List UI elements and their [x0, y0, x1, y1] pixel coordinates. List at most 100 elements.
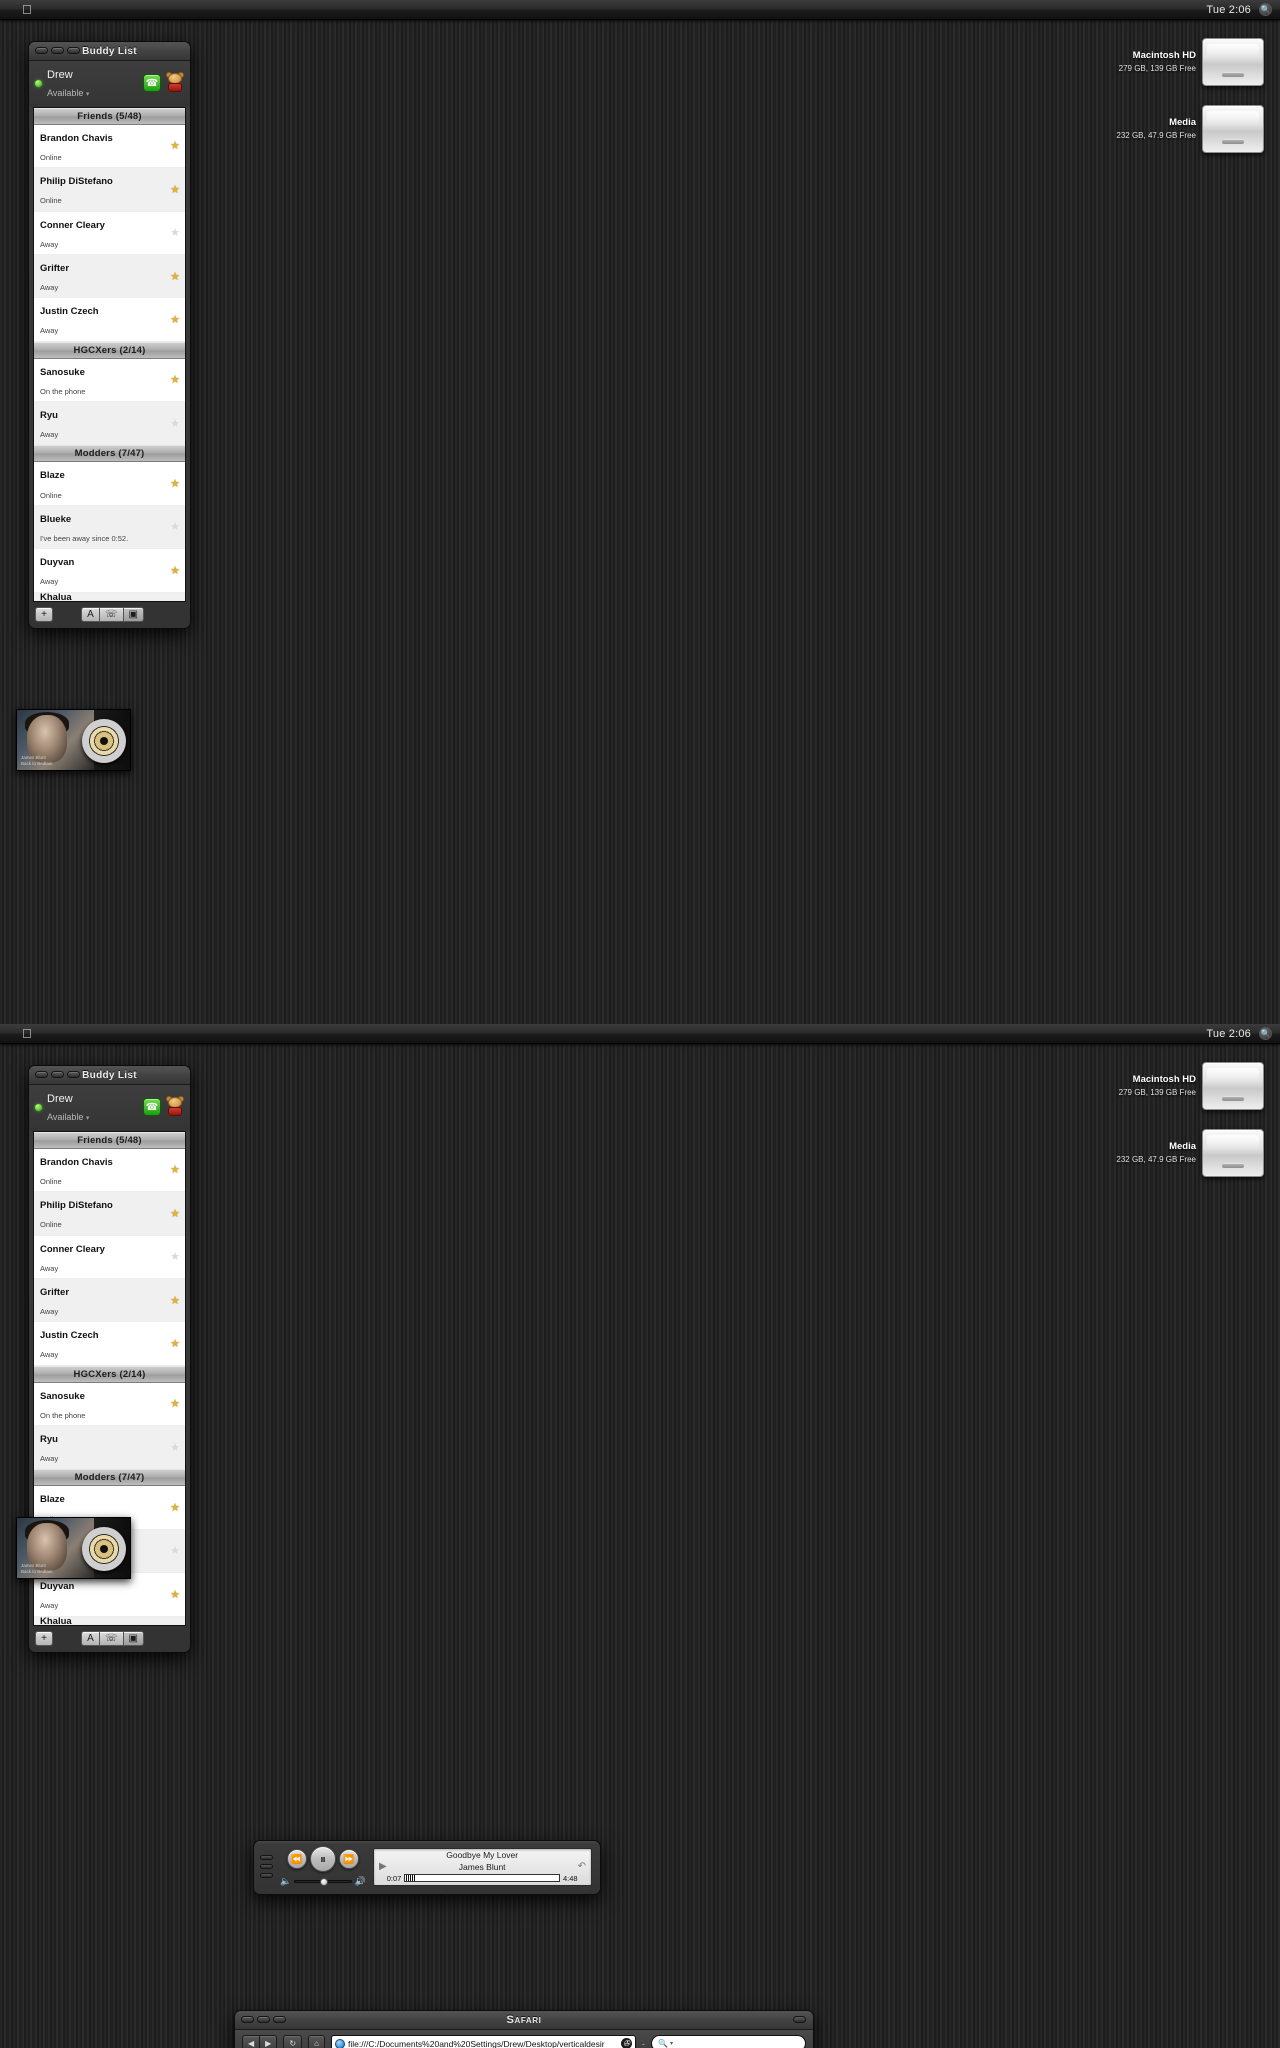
buddy-row[interactable]: Khalua — [34, 592, 185, 601]
star-icon[interactable]: ★ — [170, 1337, 180, 1350]
buddy-list-titlebar[interactable]: Buddy List — [29, 1066, 190, 1085]
playback-controls[interactable]: ⏪ ⏸ ⏩ 🔈 🔊 — [280, 1846, 366, 1887]
audio-chat-button[interactable]: ☏ — [99, 606, 123, 622]
buddy-list-account-header[interactable]: Drew Available ▾ ☎ — [29, 1085, 190, 1131]
star-icon[interactable]: ★ — [170, 1294, 180, 1307]
window-buttons[interactable] — [241, 2016, 286, 2023]
buddy-row[interactable]: Philip DiStefano Online ★ — [34, 168, 185, 212]
buddy-row[interactable]: Justin Czech Away ★ — [34, 298, 185, 342]
address-bar[interactable]: file:///C:/Documents%20and%20Settings/Dr… — [331, 2035, 636, 2048]
desktop-drive-media[interactable]: Media 232 GB, 47.9 GB Free — [1116, 105, 1264, 153]
fast-forward-icon[interactable]: ⏩ — [339, 1849, 359, 1869]
star-icon[interactable]: ★ — [170, 1441, 180, 1454]
forward-button[interactable]: ▶ — [260, 2035, 278, 2048]
minimize-icon[interactable] — [51, 1071, 64, 1078]
star-icon[interactable]: ★ — [170, 183, 180, 196]
buddy-row[interactable]: Grifter Away ★ — [34, 254, 185, 299]
back-button[interactable]: ◀ — [242, 2035, 261, 2048]
music-player-window[interactable]: ⏪ ⏸ ⏩ 🔈 🔊 ▶ Goodbye My Lover James Blunt… — [253, 1840, 601, 1895]
buddy-group-header[interactable]: Modders (7/47) — [34, 1469, 185, 1487]
buddy-row[interactable]: Ryu Away ★ — [34, 1426, 185, 1470]
buddy-group-header[interactable]: Modders (7/47) — [34, 445, 185, 463]
volume-slider[interactable]: 🔈 🔊 — [280, 1876, 366, 1887]
rewind-icon[interactable]: ⏪ — [287, 1849, 307, 1869]
chevron-down-icon[interactable]: ▾ — [86, 91, 90, 98]
home-button[interactable]: ⌂ — [308, 2035, 326, 2048]
desktop-drive-macintosh-hd[interactable]: Macintosh HD 279 GB, 139 GB Free — [1119, 38, 1264, 86]
star-icon[interactable]: ★ — [170, 139, 180, 152]
audio-chat-button[interactable]: ☏ — [99, 1630, 123, 1646]
reload-button[interactable]: ↻ — [283, 2035, 303, 2048]
menu-bar-clock[interactable]: Tue 2:06 — [1206, 4, 1251, 16]
star-icon[interactable]: ★ — [170, 1397, 180, 1410]
buddy-group-header[interactable]: Friends (5/48) — [34, 107, 185, 125]
star-icon[interactable]: ★ — [170, 1163, 180, 1176]
music-player-body[interactable]: ⏪ ⏸ ⏩ 🔈 🔊 ▶ Goodbye My Lover James Blunt… — [254, 1841, 600, 1894]
star-icon[interactable]: ★ — [170, 417, 180, 430]
star-icon[interactable]: ★ — [170, 313, 180, 326]
buddy-list-window[interactable]: Buddy List Drew Available ▾ ☎ Friends (5… — [28, 41, 191, 629]
star-icon[interactable]: ★ — [170, 564, 180, 577]
star-icon[interactable]: ★ — [170, 1501, 180, 1514]
close-icon[interactable] — [35, 47, 48, 54]
pause-icon[interactable]: ⏸ — [310, 1846, 336, 1872]
bear-avatar-icon[interactable] — [166, 1096, 184, 1117]
star-icon[interactable]: ★ — [170, 373, 180, 386]
star-icon[interactable]: ★ — [170, 520, 180, 533]
repeat-icon[interactable]: ↶ — [578, 1861, 586, 1872]
search-input[interactable]: 🔍 ▾ — [651, 2035, 806, 2048]
buddy-row[interactable]: Justin Czech Away ★ — [34, 1322, 185, 1366]
star-icon[interactable]: ★ — [170, 1544, 180, 1557]
menu-bar-clock[interactable]: Tue 2:06 — [1206, 1028, 1251, 1040]
apple-menu-icon[interactable]:  — [22, 1027, 32, 1040]
buddy-row[interactable]: Philip DiStefano Online ★ — [34, 1192, 185, 1236]
account-status[interactable]: Available — [47, 1112, 83, 1122]
buddy-list-rows[interactable]: Friends (5/48) Brandon Chavis Online ★ Phi… — [33, 106, 186, 602]
star-icon[interactable]: ★ — [170, 1588, 180, 1601]
address-bar-value[interactable]: file:///C:/Documents%20and%20Settings/Dr… — [348, 2039, 618, 2048]
star-icon[interactable]: ★ — [170, 1250, 180, 1263]
buddy-row[interactable]: Conner Cleary Away ★ — [34, 212, 185, 255]
add-buddy-button[interactable]: + — [35, 606, 53, 622]
safari-toolbar[interactable]: ◀ ▶ ↻ ⌂ file:///C:/Documents%20and%20Set… — [235, 2030, 813, 2048]
minimize-icon[interactable] — [257, 2016, 270, 2023]
buddy-row[interactable]: Ryu Away ★ — [34, 402, 185, 446]
zoom-icon[interactable] — [67, 1071, 80, 1078]
window-grip-handle[interactable] — [260, 1855, 273, 1878]
spotlight-icon[interactable]: 🔍 — [1259, 3, 1272, 16]
window-buttons[interactable] — [35, 47, 80, 54]
buddy-list-titlebar[interactable]: Buddy List — [29, 42, 190, 61]
buddy-row[interactable]: Conner Cleary Away ★ — [34, 1236, 185, 1279]
buddy-row[interactable]: Blaze Online ★ — [34, 462, 185, 506]
phone-icon[interactable]: ☎ — [143, 1098, 161, 1117]
buddy-row[interactable]: Brandon Chavis Online ★ — [34, 125, 185, 169]
add-buddy-button[interactable]: + — [35, 1630, 53, 1646]
bear-avatar-icon[interactable] — [166, 72, 184, 93]
buddy-row[interactable]: Brandon Chavis Online ★ — [34, 1149, 185, 1193]
close-icon[interactable] — [241, 2016, 254, 2023]
zoom-icon[interactable] — [273, 2016, 286, 2023]
buddy-row[interactable]: Blueke I've been away since 0:52. ★ — [34, 505, 185, 550]
desktop-drive-media[interactable]: Media 232 GB, 47.9 GB Free — [1116, 1129, 1264, 1177]
text-chat-button[interactable]: A — [81, 606, 99, 622]
safari-titlebar[interactable]: Safari — [235, 2011, 813, 2030]
buddy-row[interactable]: Sanosuke On the phone ★ — [34, 359, 185, 403]
album-art-widget-bottom[interactable]: James Blunt Back to Bedlam — [16, 1517, 131, 1579]
star-icon[interactable]: ★ — [170, 1207, 180, 1220]
menu-bar-top[interactable]:  Tue 2:06 🔍 — [0, 0, 1280, 20]
buddy-group-header[interactable]: HGCXers (2/14) — [34, 1365, 185, 1383]
star-icon[interactable]: ★ — [170, 270, 180, 283]
safari-window[interactable]: Safari ◀ ▶ ↻ ⌂ file:///C:/Documents%20an… — [234, 2010, 814, 2048]
minimize-icon[interactable] — [51, 47, 64, 54]
video-chat-button[interactable]: ▣ — [122, 1630, 144, 1646]
desktop-drive-macintosh-hd[interactable]: Macintosh HD 279 GB, 139 GB Free — [1119, 1062, 1264, 1110]
buddy-group-header[interactable]: Friends (5/48) — [34, 1131, 185, 1149]
buddy-row[interactable]: Sanosuke On the phone ★ — [34, 1383, 185, 1427]
now-playing-display[interactable]: ▶ Goodbye My Lover James Blunt 0:07 4:48… — [373, 1847, 592, 1886]
play-badge-icon[interactable]: ▶ — [379, 1861, 387, 1872]
star-icon[interactable]: ★ — [170, 477, 180, 490]
phone-icon[interactable]: ☎ — [143, 74, 161, 93]
close-icon[interactable] — [35, 1071, 48, 1078]
buddy-row[interactable]: Grifter Away ★ — [34, 1278, 185, 1323]
chevron-down-icon[interactable]: ▾ — [86, 1115, 90, 1122]
